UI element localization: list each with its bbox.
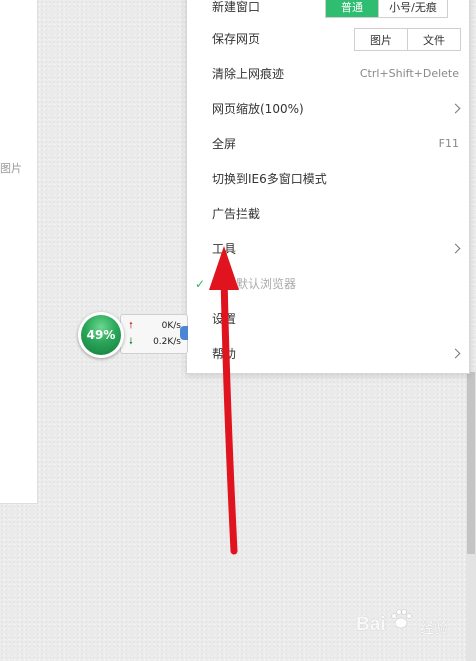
menu-item-settings[interactable]: 设置	[187, 301, 469, 336]
watermark-suffix: 经验	[420, 621, 448, 637]
paw-icon	[391, 609, 412, 629]
new-window-mode-toggle: 普通 小号/无痕	[325, 0, 448, 18]
menu-item-label: 保存网页	[212, 32, 261, 46]
arrow-down-icon: 🠗	[129, 337, 133, 347]
menu-item-label: 网页缩放(100%)	[212, 102, 304, 116]
chevron-right-icon	[450, 348, 461, 359]
accelerator-ball-button[interactable]: 49%	[81, 315, 121, 355]
menu-item-label: 新建窗口	[212, 0, 261, 14]
menu-item-ad-block[interactable]: 广告拦截	[187, 196, 469, 231]
menu-item-ie6-mode[interactable]: 切换到IE6多窗口模式	[187, 161, 469, 196]
blue-indicator-icon	[180, 326, 188, 340]
upload-speed-row: 🠕 0K/s	[129, 319, 181, 333]
shortcut-label: F11	[438, 137, 459, 150]
menu-item-label: 广告拦截	[212, 207, 261, 221]
watermark-brand: Bai	[356, 614, 386, 635]
save-as-file-button[interactable]: 文件	[407, 29, 460, 50]
menu-item-label: 设置	[212, 312, 237, 326]
menu-item-label: 切换到IE6多窗口模式	[212, 172, 327, 186]
save-page-format-toggle: 图片 文件	[354, 28, 461, 51]
menu-item-zoom[interactable]: 网页缩放(100%)	[187, 91, 469, 126]
upload-speed: 0K/s	[161, 321, 181, 331]
checkmark-icon: ✓	[195, 276, 206, 291]
memory-percent: 49%	[86, 328, 116, 342]
new-window-incognito-button[interactable]: 小号/无痕	[378, 0, 447, 17]
menu-item-label: 帮助	[212, 347, 237, 361]
download-speed: 0.2K/s	[153, 337, 181, 347]
download-speed-row: 🠗 0.2K/s	[129, 335, 181, 349]
menu-item-label: 全屏	[212, 137, 237, 151]
chevron-right-icon	[450, 103, 461, 114]
chevron-right-icon	[450, 243, 461, 254]
menu-item-label: 工具	[212, 242, 237, 256]
menu-item-save-page[interactable]: 保存网页 图片 文件	[187, 21, 469, 56]
menu-item-tools[interactable]: 工具	[187, 231, 469, 266]
menu-item-fullscreen[interactable]: 全屏 F11	[187, 126, 469, 161]
menu-item-clear-history[interactable]: 清除上网痕迹 Ctrl+Shift+Delete	[187, 56, 469, 91]
save-as-image-button[interactable]: 图片	[355, 29, 407, 50]
new-window-normal-button[interactable]: 普通	[326, 0, 378, 17]
page-panel-text: 图片	[0, 162, 22, 175]
shortcut-label: Ctrl+Shift+Delete	[359, 67, 459, 80]
network-speed-panel[interactable]: 🠕 0K/s 🠗 0.2K/s	[120, 314, 188, 354]
scrollbar-thumb[interactable]	[467, 372, 475, 554]
web-page-panel: 图片	[0, 0, 38, 504]
menu-item-label: 清除上网痕迹	[212, 67, 285, 81]
browser-main-menu: 新建窗口 普通 小号/无痕 保存网页 图片 文件 清除上网痕迹 Ctrl+Shi…	[186, 0, 470, 374]
menu-item-label: 设为默认浏览器	[212, 277, 297, 291]
baidu-jingyan-watermark: Bai 经验	[356, 606, 466, 646]
menu-item-default-browser[interactable]: ✓ 设为默认浏览器	[187, 266, 469, 301]
arrow-up-icon: 🠕	[129, 321, 133, 331]
menu-item-help[interactable]: 帮助	[187, 336, 469, 371]
